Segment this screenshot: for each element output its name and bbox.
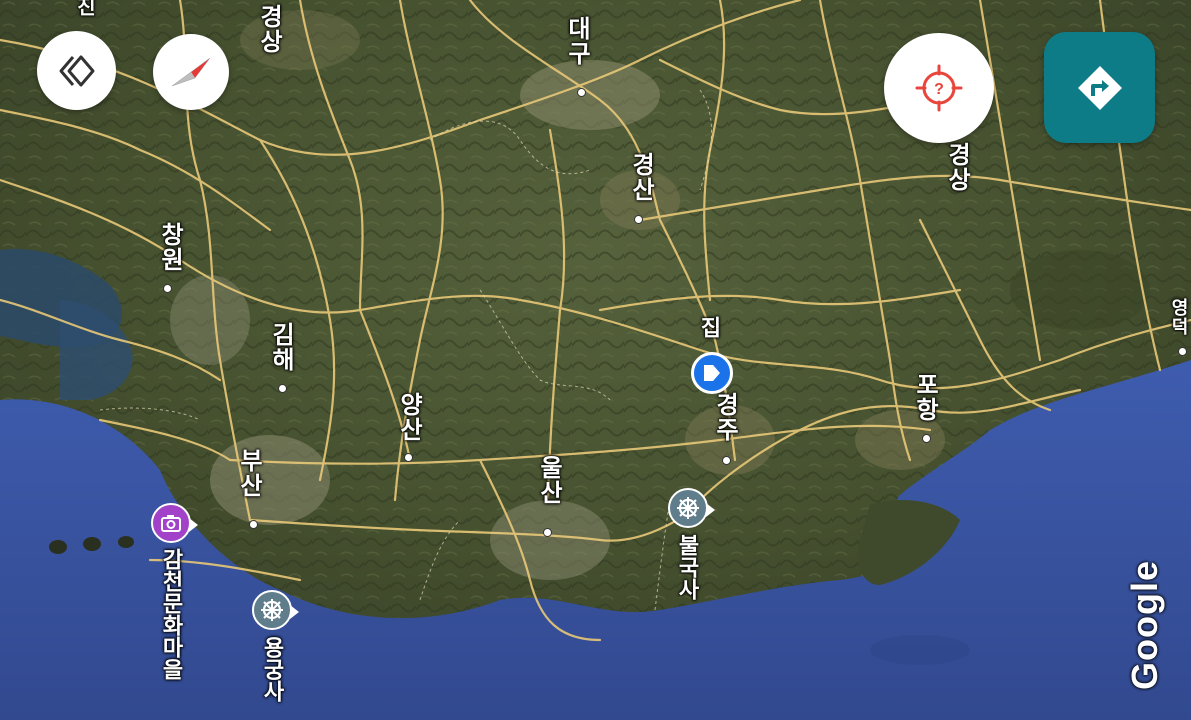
camera-icon [161, 515, 181, 532]
city-dot-yeongdeok[interactable] [1178, 347, 1187, 356]
city-dot-gyeongsan[interactable] [634, 215, 643, 224]
city-label-ulsan[interactable]: 울산 [535, 455, 562, 505]
directions-button[interactable] [1044, 32, 1155, 143]
city-label-changwon[interactable]: 창원 [156, 222, 183, 272]
city-label-busan[interactable]: 부산 [235, 448, 262, 498]
my-location-button[interactable]: ? [884, 33, 994, 143]
compass-button[interactable] [153, 34, 229, 110]
home-marker[interactable] [691, 352, 733, 394]
svg-text:?: ? [934, 81, 944, 98]
city-label-partial-top-left[interactable]: 진 [73, 0, 95, 17]
city-label-gimhae[interactable]: 김해 [267, 322, 294, 372]
city-dot-gimhae[interactable] [278, 384, 287, 393]
google-attribution-logo: Google [1124, 560, 1165, 690]
city-dot-ulsan[interactable] [543, 528, 552, 537]
city-label-gyeongsan[interactable]: 경산 [627, 152, 654, 202]
dharma-wheel-icon [677, 497, 699, 519]
city-dot-daegu[interactable] [577, 88, 586, 97]
home-label[interactable]: 집 [697, 316, 722, 339]
poi-label-bulguksa[interactable]: 불국사 [675, 534, 700, 600]
region-label-gyeongsang-left: 경상 [255, 4, 282, 54]
poi-label-yonggungsa[interactable]: 용궁사 [260, 636, 285, 702]
map-view[interactable]: 대구 경산 창원 김해 양산 부산 울산 경주 포항 경상 경상 영덕 진 집 [0, 0, 1191, 720]
city-dot-gyeongju[interactable] [722, 456, 731, 465]
poi-marker-bulguksa[interactable] [668, 488, 715, 528]
locate-unknown-icon: ? [915, 64, 963, 112]
city-label-yeongdeok[interactable]: 영덕 [1169, 298, 1189, 336]
city-label-yangsan[interactable]: 양산 [395, 392, 422, 442]
dharma-wheel-icon [261, 599, 283, 621]
city-dot-changwon[interactable] [163, 284, 172, 293]
layers-button[interactable] [37, 31, 116, 110]
city-label-daegu[interactable]: 대구 [563, 16, 590, 66]
directions-arrow-icon [1077, 65, 1122, 110]
city-dot-yangsan[interactable] [404, 453, 413, 462]
poi-marker-yonggungsa[interactable] [252, 590, 299, 630]
poi-label-gamcheon[interactable]: 감천문화마을 [159, 548, 184, 680]
region-label-gyeongsang-right: 경상 [943, 142, 970, 192]
city-dot-busan[interactable] [249, 520, 258, 529]
compass-icon [171, 57, 211, 87]
city-label-pohang[interactable]: 포항 [911, 372, 938, 422]
home-icon [704, 365, 720, 381]
city-label-gyeongju[interactable]: 경주 [711, 392, 738, 442]
layers-diamond-icon [59, 55, 94, 86]
city-dot-pohang[interactable] [922, 434, 931, 443]
poi-marker-gamcheon[interactable] [151, 503, 198, 543]
